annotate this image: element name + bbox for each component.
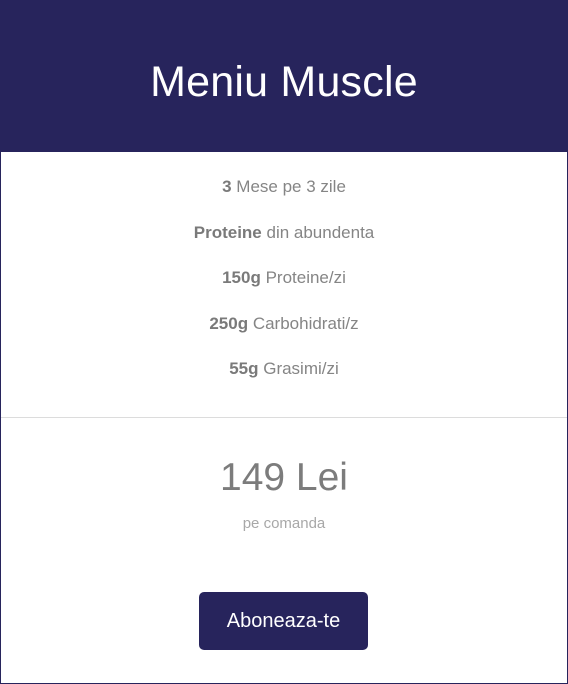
price-note: pe comanda bbox=[242, 515, 326, 532]
feature-text: Carbohidrati/z bbox=[248, 314, 359, 333]
feature-item-protein-grams: 150g Proteine/zi bbox=[1, 268, 567, 288]
feature-text: Mese pe 3 zile bbox=[231, 177, 346, 196]
plan-header: Meniu Muscle bbox=[1, 1, 567, 152]
price: 149 Lei bbox=[220, 456, 348, 499]
feature-value: Proteine bbox=[193, 223, 262, 242]
feature-text: Grasimi/zi bbox=[258, 359, 339, 378]
feature-item-carbs: 250g Carbohidrati/z bbox=[1, 314, 567, 334]
feature-item-meals: 3 Mese pe 3 zile bbox=[1, 177, 567, 197]
feature-value: 250g bbox=[209, 314, 249, 333]
feature-text: din abundenta bbox=[261, 223, 375, 242]
price-section: 149 Lei pe comanda Aboneaza-te bbox=[1, 418, 567, 682]
pricing-card: Meniu Muscle 3 Mese pe 3 zile Proteine d… bbox=[0, 0, 568, 684]
feature-text: Proteine/zi bbox=[260, 268, 346, 287]
plan-title: Meniu Muscle bbox=[150, 58, 418, 106]
feature-list: 3 Mese pe 3 zile Proteine din abundenta … bbox=[1, 152, 567, 418]
feature-value: 55g bbox=[229, 359, 259, 378]
feature-item-fats: 55g Grasimi/zi bbox=[1, 359, 567, 379]
feature-item-protein: Proteine din abundenta bbox=[1, 223, 567, 243]
feature-value: 150g bbox=[222, 268, 261, 287]
feature-value: 3 bbox=[222, 177, 232, 196]
subscribe-button[interactable]: Aboneaza-te bbox=[199, 592, 368, 650]
